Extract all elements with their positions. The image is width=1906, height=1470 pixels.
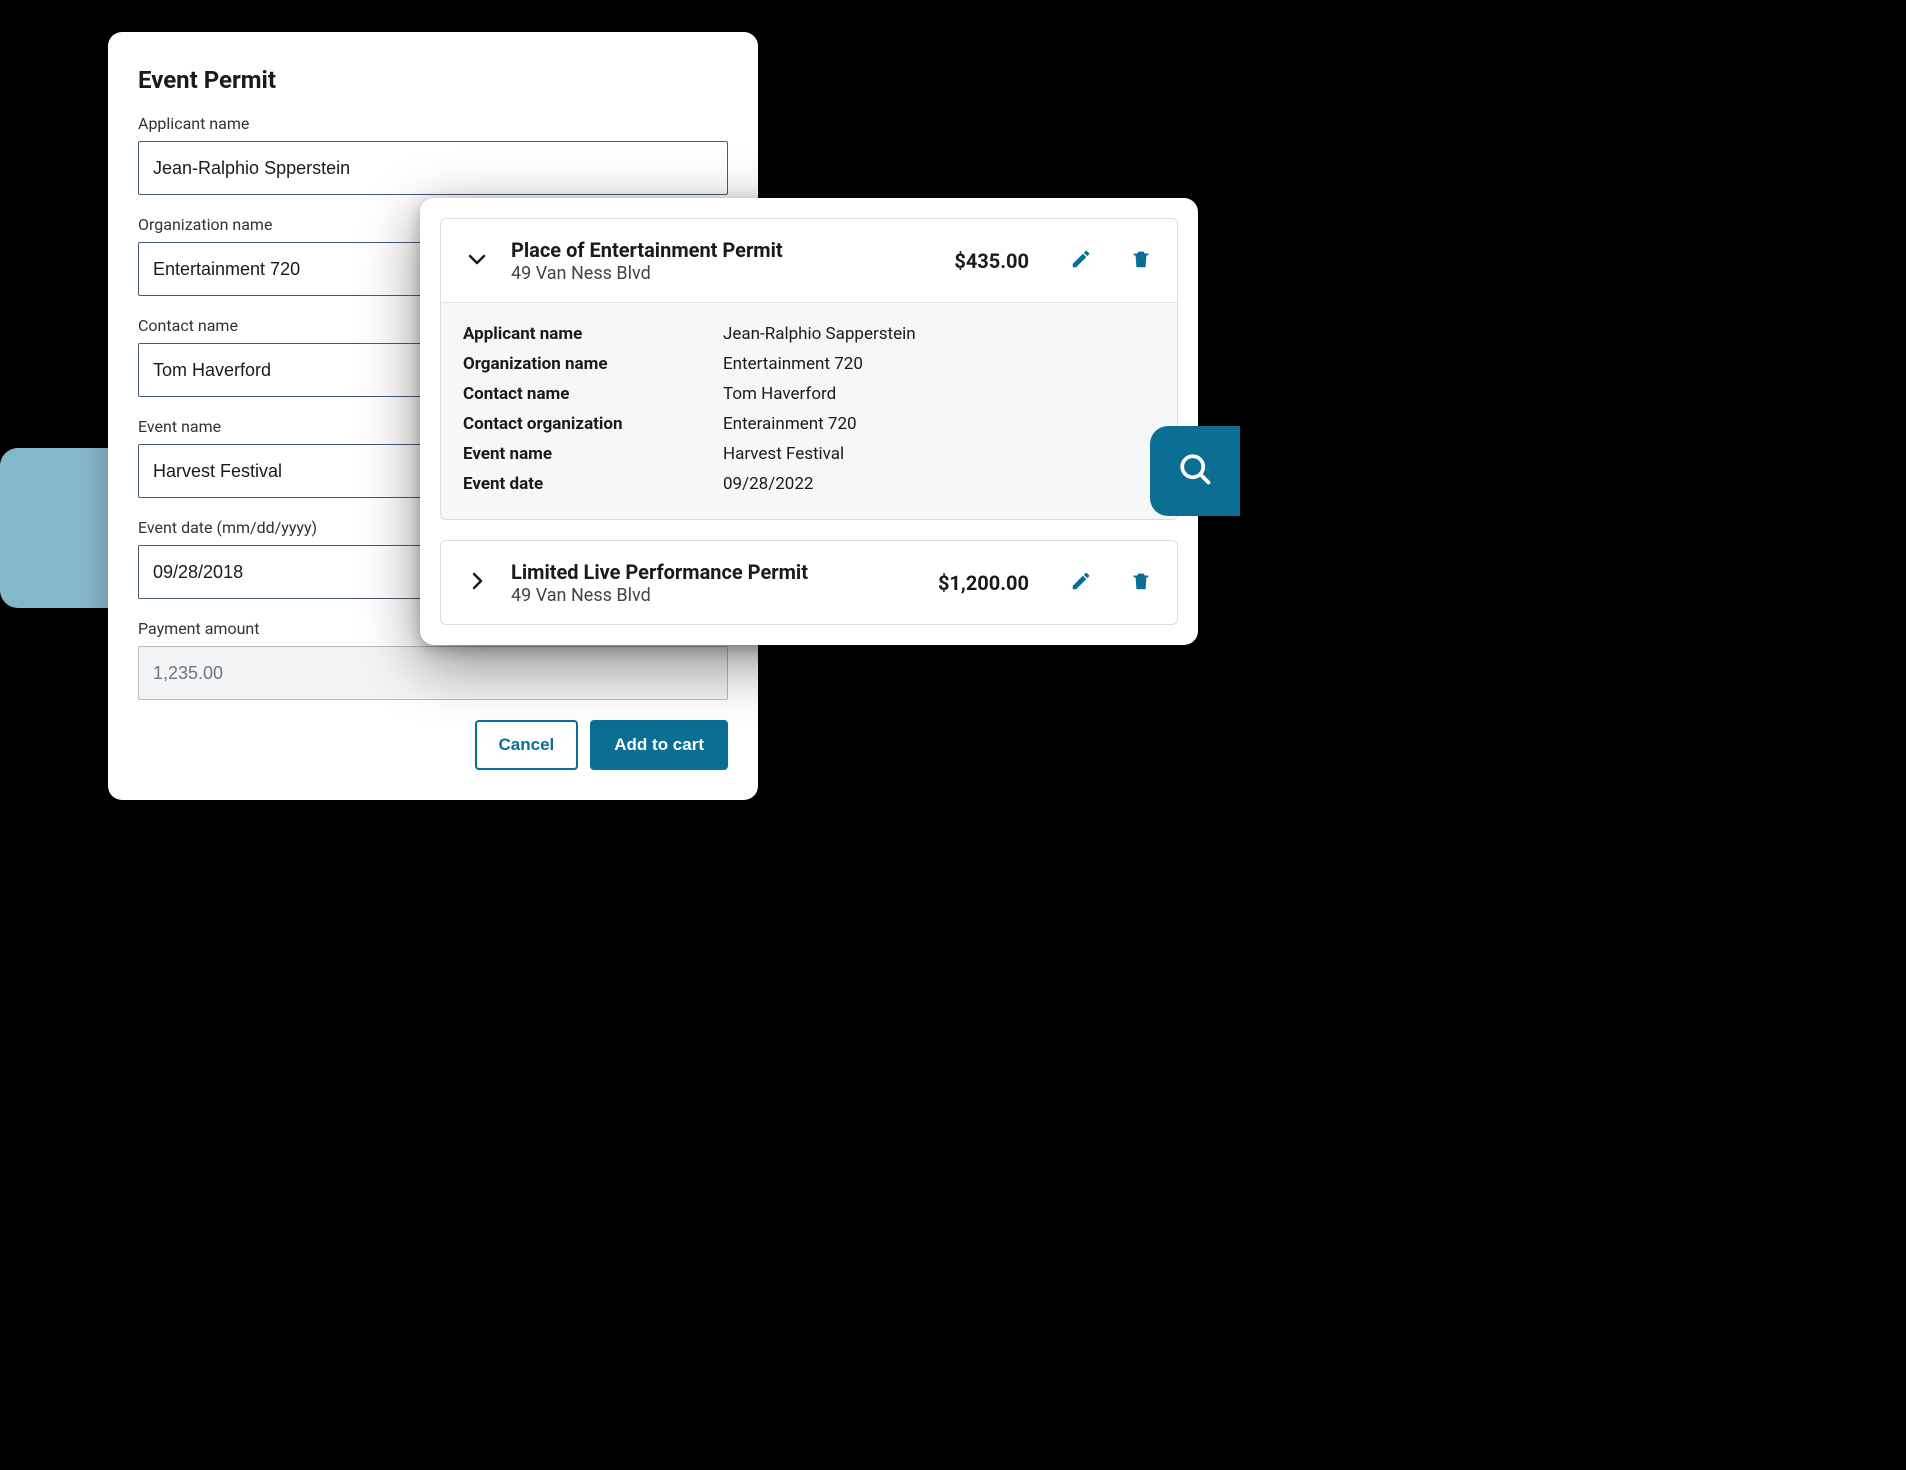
edit-button[interactable]	[1065, 245, 1097, 277]
add-to-cart-button[interactable]: Add to cart	[590, 720, 728, 770]
detail-value: Jean-Ralphio Sapperstein	[723, 324, 1155, 344]
chevron-down-icon	[465, 247, 489, 275]
expand-toggle[interactable]	[461, 569, 493, 597]
applicant-name-label: Applicant name	[138, 114, 728, 133]
collapse-toggle[interactable]	[461, 247, 493, 275]
search-button[interactable]	[1150, 426, 1240, 516]
detail-key: Contact organization	[463, 414, 723, 434]
permit-price: $1,200.00	[938, 571, 1029, 595]
cart-panel: Place of Entertainment Permit 49 Van Nes…	[420, 198, 1198, 645]
permit-item: Limited Live Performance Permit 49 Van N…	[440, 540, 1178, 625]
detail-value: Harvest Festival	[723, 444, 1155, 464]
delete-button[interactable]	[1125, 567, 1157, 599]
edit-button[interactable]	[1065, 567, 1097, 599]
detail-value: Tom Haverford	[723, 384, 1155, 404]
permit-name: Limited Live Performance Permit	[511, 559, 920, 585]
detail-key: Event date	[463, 474, 723, 494]
permit-price: $435.00	[954, 249, 1029, 273]
delete-button[interactable]	[1125, 245, 1157, 277]
detail-value: Enterainment 720	[723, 414, 1155, 434]
permit-details: Applicant nameJean-Ralphio Sapperstein O…	[441, 302, 1177, 519]
form-title: Event Permit	[138, 66, 728, 94]
detail-value: 09/28/2022	[723, 474, 1155, 494]
chevron-right-icon	[465, 569, 489, 597]
permit-header: Place of Entertainment Permit 49 Van Nes…	[441, 219, 1177, 302]
permit-address: 49 Van Ness Blvd	[511, 585, 920, 606]
cancel-button[interactable]: Cancel	[475, 720, 579, 770]
permit-name: Place of Entertainment Permit	[511, 237, 936, 263]
detail-key: Organization name	[463, 354, 723, 374]
applicant-name-input[interactable]	[138, 141, 728, 195]
detail-key: Applicant name	[463, 324, 723, 344]
trash-icon	[1130, 570, 1152, 596]
permit-item: Place of Entertainment Permit 49 Van Nes…	[440, 218, 1178, 520]
pencil-icon	[1070, 570, 1092, 596]
permit-address: 49 Van Ness Blvd	[511, 263, 936, 284]
detail-key: Contact name	[463, 384, 723, 404]
search-icon	[1177, 451, 1213, 491]
detail-key: Event name	[463, 444, 723, 464]
pencil-icon	[1070, 248, 1092, 274]
trash-icon	[1130, 248, 1152, 274]
detail-value: Entertainment 720	[723, 354, 1155, 374]
permit-header: Limited Live Performance Permit 49 Van N…	[441, 541, 1177, 624]
payment-amount-input[interactable]	[138, 646, 728, 700]
